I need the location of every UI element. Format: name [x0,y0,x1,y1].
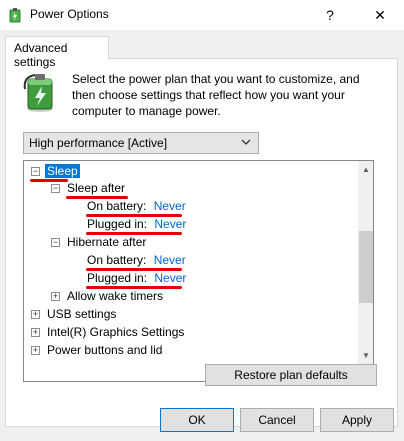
tree-item-sleep-after-plugged-in[interactable]: Plugged in: Never [87,216,186,233]
expand-icon[interactable]: + [31,310,40,319]
settings-tree[interactable]: − Sleep − Sleep after On battery: Never … [23,160,374,382]
annotation-underline [30,179,68,182]
power-options-icon [9,8,21,23]
window-title: Power Options [30,7,109,21]
setting-value-link[interactable]: Never [154,253,186,267]
tree-item-sleep-after-on-battery[interactable]: On battery: Never [87,198,186,215]
scroll-thumb[interactable] [359,231,373,303]
tab-panel: Select the power plan that you want to c… [5,58,398,427]
setting-label: On battery: [87,199,147,213]
dialog-body: Advanced settings Select the power plan … [0,30,404,441]
power-plan-dropdown-value: High performance [Active] [29,136,168,150]
setting-label: Plugged in: [87,271,148,285]
tree-item-sleep-after[interactable]: Sleep after [67,180,125,197]
help-button[interactable]: ? [308,0,352,30]
tree-item-usb-settings[interactable]: USB settings [47,306,116,323]
tree-item-hibernate-after[interactable]: Hibernate after [67,234,146,251]
collapse-icon[interactable]: − [51,238,60,247]
tree-item-power-buttons-and-lid[interactable]: Power buttons and lid [47,342,162,359]
ok-button[interactable]: OK [160,408,234,432]
tree-item-sleep[interactable]: Sleep [45,163,80,180]
tree-item-hibernate-on-battery[interactable]: On battery: Never [87,252,186,269]
tree-item-allow-wake-timers[interactable]: Allow wake timers [67,288,163,305]
expand-icon[interactable]: + [31,346,40,355]
collapse-icon[interactable]: − [31,167,40,176]
close-button[interactable]: ✕ [358,0,402,30]
setting-label: Plugged in: [87,217,148,231]
apply-button[interactable]: Apply [320,408,394,432]
tree-item-hibernate-plugged-in[interactable]: Plugged in: Never [87,270,186,287]
chevron-down-icon [241,139,251,145]
instructions-text: Select the power plan that you want to c… [72,72,360,118]
setting-value-link[interactable]: Never [154,217,186,231]
tree-item-sleep-label: Sleep [45,164,80,178]
cancel-button[interactable]: Cancel [240,408,314,432]
setting-value-link[interactable]: Never [154,271,186,285]
battery-plan-icon [23,74,53,112]
expand-icon[interactable]: + [31,328,40,337]
tab-advanced-settings[interactable]: Advanced settings [5,36,109,69]
settings-tree-content: − Sleep − Sleep after On battery: Never … [24,161,358,381]
collapse-icon[interactable]: − [51,184,60,193]
vertical-scrollbar[interactable]: ▲ ▼ [358,161,373,381]
restore-plan-defaults-button[interactable]: Restore plan defaults [205,364,377,386]
scroll-up-arrow-icon[interactable]: ▲ [358,161,373,177]
title-bar: Power Options ? ✕ [0,0,404,30]
power-plan-dropdown[interactable]: High performance [Active] [23,132,259,154]
scroll-down-arrow-icon[interactable]: ▼ [358,347,373,363]
expand-icon[interactable]: + [51,292,60,301]
setting-label: On battery: [87,253,147,267]
setting-value-link[interactable]: Never [154,199,186,213]
tree-item-intel-graphics-settings[interactable]: Intel(R) Graphics Settings [47,324,184,341]
